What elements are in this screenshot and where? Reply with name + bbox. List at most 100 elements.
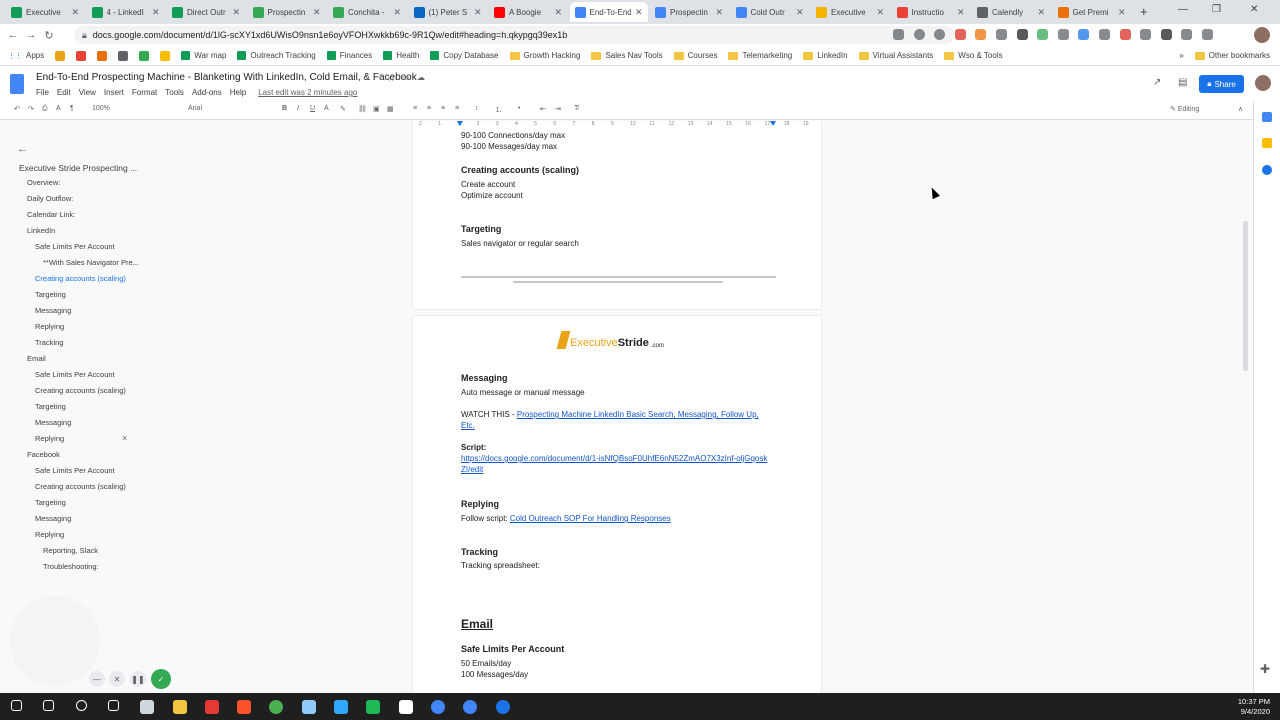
outline-item[interactable]: Creating accounts (scaling) xyxy=(35,482,126,491)
chrome-icon[interactable] xyxy=(495,700,510,714)
outline-item[interactable]: Replying xyxy=(35,322,64,331)
zoom-select[interactable]: 100% xyxy=(92,105,110,112)
back-icon[interactable]: ← xyxy=(4,29,22,41)
bookmark-copy-database[interactable]: Copy Database xyxy=(430,51,499,60)
maximize-icon[interactable]: ❐ xyxy=(1212,4,1221,15)
chrome-icon[interactable] xyxy=(430,700,445,714)
tab-close-icon[interactable]: ✕ xyxy=(554,7,562,18)
heading-email[interactable]: Email xyxy=(461,617,493,631)
tab-close-icon[interactable]: ✕ xyxy=(232,7,240,18)
menu-tools[interactable]: Tools xyxy=(165,88,184,97)
minimize-recorder-icon[interactable]: — xyxy=(89,671,105,687)
align-left-icon[interactable]: ≡ xyxy=(413,105,417,112)
watch-video-link-cont[interactable]: Etc. xyxy=(461,421,475,430)
outline-item[interactable]: Daily Outflow: xyxy=(27,194,73,203)
calendar-icon[interactable] xyxy=(1262,112,1272,122)
keep-icon[interactable] xyxy=(1262,138,1272,148)
extension-icon[interactable] xyxy=(913,29,925,40)
script-label[interactable]: Script: xyxy=(461,443,486,452)
tab-close-icon[interactable]: ✕ xyxy=(876,7,884,18)
system-clock[interactable]: 10:37 PM 9/4/2020 xyxy=(1238,697,1270,717)
outline-item[interactable]: Safe Limits Per Account xyxy=(35,242,115,251)
heading-targeting[interactable]: Targeting xyxy=(461,224,501,234)
left-indent-marker[interactable] xyxy=(457,121,463,126)
tab-11[interactable]: Instructio ✕ xyxy=(892,2,970,22)
outline-item[interactable]: Creating accounts (scaling) xyxy=(35,274,126,283)
create-account-text[interactable]: Create account xyxy=(461,180,515,189)
tab-5[interactable]: (1) Peter S ✕ xyxy=(409,2,487,22)
move-folder-icon[interactable]: ▭ xyxy=(402,73,410,82)
outline-item[interactable]: Messaging xyxy=(35,418,71,427)
account-avatar[interactable] xyxy=(1255,75,1271,91)
bookmark-virtual-assistants[interactable]: Virtual Assistants xyxy=(858,51,933,60)
bookmark-wso-tools[interactable]: Wso & Tools xyxy=(944,51,1003,60)
outline-item[interactable]: Facebook xyxy=(27,450,60,459)
emails-limit[interactable]: 50 Emails/day xyxy=(461,659,511,668)
print-icon[interactable]: ⎙ xyxy=(42,105,48,113)
extension-icon[interactable] xyxy=(1057,29,1069,40)
tab-0[interactable]: Executive ✕ xyxy=(6,2,84,22)
tab-close-icon[interactable]: ✕ xyxy=(474,7,482,18)
file-explorer-icon[interactable] xyxy=(172,700,187,714)
bookmark-outreach-tracking[interactable]: Outreach Tracking xyxy=(237,51,316,60)
outline-item[interactable]: Targeting xyxy=(35,402,66,411)
chrome-icon[interactable] xyxy=(463,700,478,714)
outline-item[interactable]: Email xyxy=(27,354,46,363)
extension-icon[interactable] xyxy=(1160,29,1172,40)
paint-format-icon[interactable]: ¶ xyxy=(70,105,74,112)
bookmark-courses[interactable]: Courses xyxy=(673,51,717,60)
bookmark-growth-hacking[interactable]: Growth Hacking xyxy=(509,51,580,60)
tab-close-icon[interactable]: ✕ xyxy=(393,7,401,18)
address-bar[interactable]: 🔒︎ docs.google.com/document/d/1lG-scXY1x… xyxy=(74,26,954,44)
menu-view[interactable]: View xyxy=(79,88,96,97)
profile-avatar[interactable] xyxy=(1254,27,1270,43)
tab-close-icon[interactable]: ✕ xyxy=(1037,7,1045,18)
outline-item[interactable]: Overview: xyxy=(27,178,60,187)
bookmark-favicon-icon[interactable] xyxy=(160,50,171,61)
cancel-recording-icon[interactable]: ✕ xyxy=(109,671,125,687)
outline-item[interactable]: Targeting xyxy=(35,498,66,507)
star-icon[interactable]: ☆ xyxy=(387,73,395,84)
extension-icon[interactable] xyxy=(1140,29,1152,40)
outline-item[interactable]: Messaging xyxy=(35,306,71,315)
pen-tool-icon[interactable] xyxy=(398,700,413,714)
highlight-icon[interactable]: ✎ xyxy=(340,105,346,113)
extension-icon[interactable] xyxy=(996,29,1007,40)
extension-icon[interactable] xyxy=(1181,29,1193,40)
heading-messaging[interactable]: Messaging xyxy=(461,373,508,383)
tab-12[interactable]: Calendly ✕ xyxy=(972,2,1050,22)
extension-icon[interactable] xyxy=(1016,29,1028,40)
tab-close-icon[interactable]: ✕ xyxy=(796,7,804,18)
tab-7[interactable]: End-To-End ✕ xyxy=(569,2,648,22)
collapse-menus-icon[interactable]: ∧ xyxy=(1238,105,1243,113)
connections-limit[interactable]: 90-100 Connections/day max xyxy=(461,131,565,140)
italic-icon[interactable]: I xyxy=(297,105,299,112)
extension-icon[interactable] xyxy=(975,29,987,40)
search-icon[interactable] xyxy=(43,700,55,711)
extension-icon[interactable] xyxy=(893,29,904,40)
heading-tracking[interactable]: Tracking xyxy=(461,547,498,557)
tab-4[interactable]: Conchita - ✕ xyxy=(328,2,406,22)
last-edit-link[interactable]: Last edit was 2 minutes ago xyxy=(258,88,357,97)
numbered-list-icon[interactable]: ⒈ xyxy=(495,105,502,115)
close-outline-icon[interactable]: ← xyxy=(17,143,28,155)
tab-close-icon[interactable]: ✕ xyxy=(957,7,965,18)
outline-item[interactable]: Safe Limits Per Account xyxy=(35,370,115,379)
tab-close-icon[interactable]: ✕ xyxy=(715,7,723,18)
bookmark-favicon-icon[interactable] xyxy=(139,50,150,61)
heading-safe-limits[interactable]: Safe Limits Per Account xyxy=(461,644,564,654)
editing-mode-select[interactable]: ✎ Editing xyxy=(1170,105,1199,113)
outline-title[interactable]: Executive Stride Prospecting ... xyxy=(19,163,137,173)
text-color-icon[interactable]: A xyxy=(324,105,329,112)
undo-icon[interactable]: ↶ xyxy=(14,105,20,113)
watch-this-line[interactable]: WATCH THIS - Prospecting Machine LinkedI… xyxy=(461,410,759,419)
bookmark-apps[interactable]: ⋮⋮ Apps xyxy=(8,51,44,60)
extension-icon[interactable] xyxy=(1078,29,1090,40)
tab-13[interactable]: Get Premi ✕ xyxy=(1053,2,1131,22)
tab-close-icon[interactable]: ✕ xyxy=(71,7,79,18)
tab-1[interactable]: 4 - LinkedI ✕ xyxy=(87,2,165,22)
tasks-icon[interactable] xyxy=(1262,165,1272,175)
extension-icon[interactable] xyxy=(1202,29,1213,40)
outline-item[interactable]: Replying xyxy=(35,530,64,539)
clear-formatting-icon[interactable]: T̸ xyxy=(574,105,578,112)
